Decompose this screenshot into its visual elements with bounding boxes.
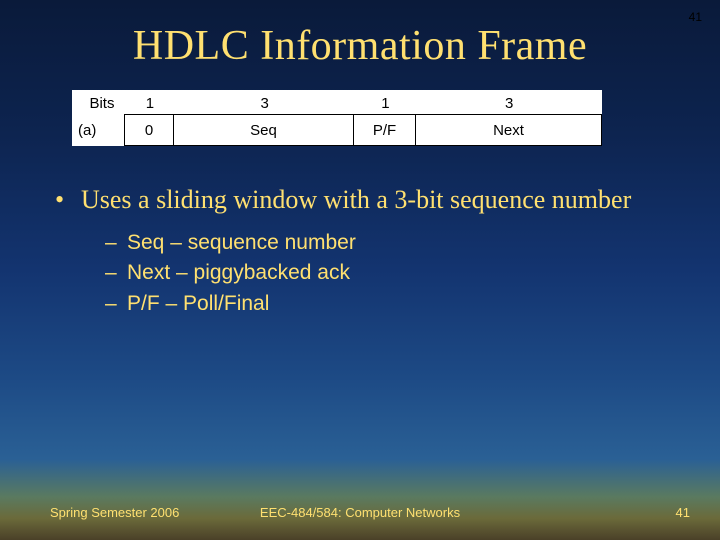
bits-label: Bits	[73, 90, 125, 114]
row-label: (a)	[72, 114, 124, 146]
sub-bullet: – P/F – Poll/Final	[105, 289, 665, 319]
footer-right: 41	[676, 505, 690, 520]
slide-title: HDLC Information Frame	[0, 22, 720, 70]
field-next: Next	[416, 114, 602, 146]
field-pf: P/F	[354, 114, 416, 146]
field-0: 0	[124, 114, 174, 146]
frame-diagram: Bits 1 3 1 3 (a) 0 Seq P/F Next	[72, 90, 602, 146]
sub-bullet-text: Next – piggybacked ack	[127, 258, 350, 288]
sub-bullet-text: Seq – sequence number	[127, 228, 356, 258]
bits-val-2: 1	[354, 90, 416, 114]
body-text: • Uses a sliding window with a 3-bit seq…	[55, 185, 665, 319]
sub-bullet: – Next – piggybacked ack	[105, 258, 665, 288]
main-bullet-text: Uses a sliding window with a 3-bit seque…	[81, 185, 631, 216]
sub-bullet: – Seq – sequence number	[105, 228, 665, 258]
dash-icon: –	[105, 289, 127, 319]
bits-val-1: 3	[175, 90, 355, 114]
slide: 41 HDLC Information Frame Bits 1 3 1 3 (…	[0, 0, 720, 540]
bits-val-3: 3	[416, 90, 602, 114]
sub-bullet-list: – Seq – sequence number – Next – piggyba…	[105, 228, 665, 319]
dash-icon: –	[105, 228, 127, 258]
sub-bullet-text: P/F – Poll/Final	[127, 289, 269, 319]
dash-icon: –	[105, 258, 127, 288]
bits-val-0: 1	[125, 90, 175, 114]
main-bullet: • Uses a sliding window with a 3-bit seq…	[55, 185, 665, 216]
fields-row: (a) 0 Seq P/F Next	[72, 114, 602, 146]
bits-row: Bits 1 3 1 3	[72, 90, 602, 114]
bullet-dot-icon: •	[55, 185, 81, 216]
footer-center: EEC-484/584: Computer Networks	[0, 505, 720, 520]
field-seq: Seq	[174, 114, 354, 146]
